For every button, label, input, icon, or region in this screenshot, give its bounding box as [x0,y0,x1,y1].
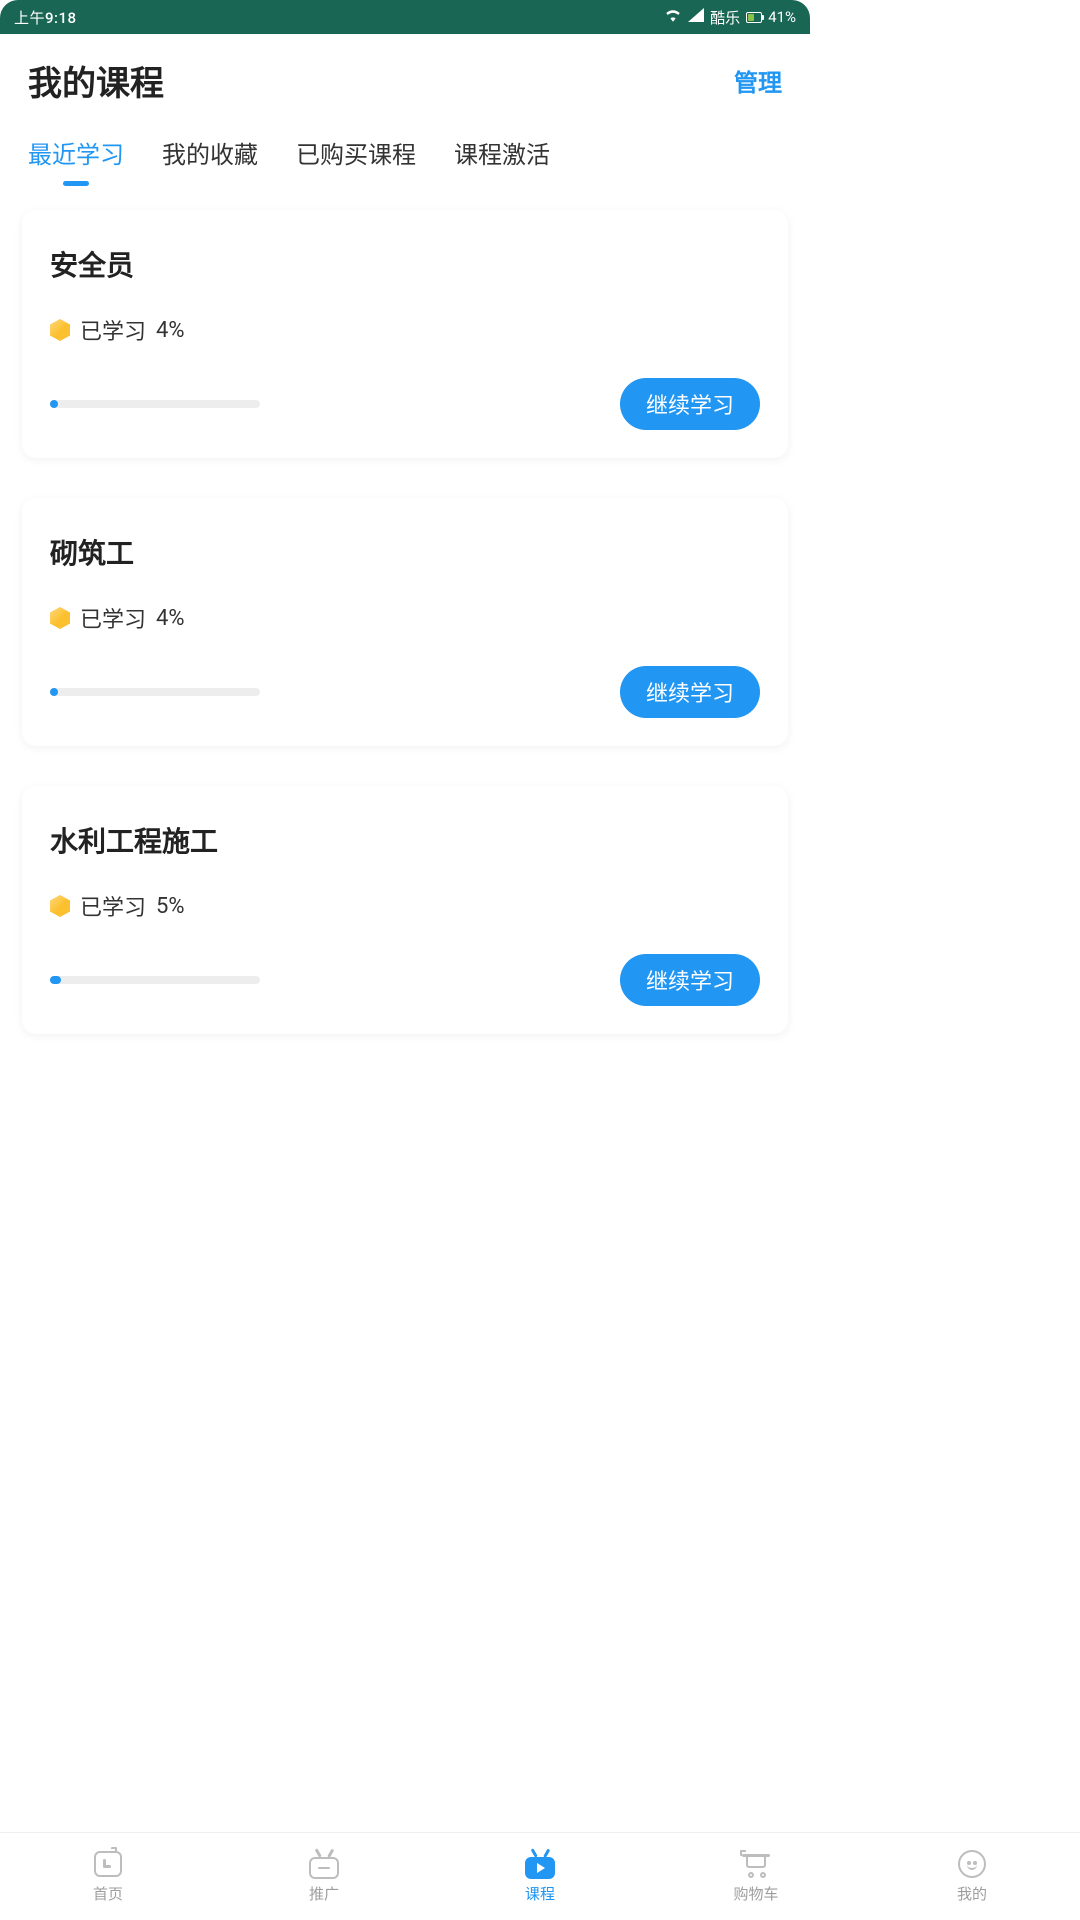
manage-button[interactable]: 管理 [734,63,782,98]
cart-icon [739,1849,773,1879]
progress-bar [50,976,260,984]
nav-mine[interactable]: 我的 [864,1833,1080,1920]
tab-favorites[interactable]: 我的收藏 [162,135,258,186]
nav-home[interactable]: 首页 [0,1833,216,1920]
status-battery: 41% [768,8,796,26]
continue-button[interactable]: 继续学习 [620,378,760,430]
status-bar: 上午9:18 酷乐 41% [0,0,810,34]
progress-bar [50,400,260,408]
course-progress-text: 已学习 4% [50,602,760,634]
status-right: 酷乐 41% [664,7,796,28]
tabs: 最近学习 我的收藏 已购买课程 课程激活 [0,117,810,196]
status-carrier: 酷乐 [710,7,740,28]
bottom-nav: 首页 推广 课程 购物车 我的 [0,1832,1080,1920]
course-title: 安全员 [50,244,760,284]
course-list: 安全员 已学习 4% 继续学习 砌筑工 已学习 4% 继续学习 水利工程施工 已… [0,196,810,1345]
progress-bar-fill [50,976,61,984]
course-progress-text: 已学习 4% [50,314,760,346]
nav-promote[interactable]: 推广 [216,1833,432,1920]
nav-label: 购物车 [733,1883,778,1904]
tab-recent[interactable]: 最近学习 [28,135,124,186]
coin-icon [50,607,70,629]
continue-button[interactable]: 继续学习 [620,666,760,718]
coin-icon [50,319,70,341]
nav-label: 推广 [309,1883,339,1904]
battery-icon [746,12,762,23]
nav-cart[interactable]: 购物车 [648,1833,864,1920]
progress-bar-fill [50,688,58,696]
continue-button[interactable]: 继续学习 [620,954,760,1006]
course-title: 水利工程施工 [50,820,760,860]
nav-courses[interactable]: 课程 [432,1833,648,1920]
status-time: 上午9:18 [14,7,77,28]
coin-icon [50,895,70,917]
face-icon [955,1849,989,1879]
tv-play-icon [523,1849,557,1879]
course-progress-text: 已学习 5% [50,890,760,922]
progress-bar-fill [50,400,58,408]
tab-purchased[interactable]: 已购买课程 [296,135,416,186]
wifi-icon [664,8,682,26]
tv-icon [307,1849,341,1879]
progress-bar [50,688,260,696]
signal-icon [688,8,704,26]
clock-icon [91,1849,125,1879]
header: 我的课程 管理 [0,34,810,117]
page-title: 我的课程 [28,56,164,105]
nav-label: 我的 [957,1883,987,1904]
tab-activate[interactable]: 课程激活 [454,135,550,186]
course-card[interactable]: 水利工程施工 已学习 5% 继续学习 [22,786,788,1034]
course-title: 砌筑工 [50,532,760,572]
course-card[interactable]: 砌筑工 已学习 4% 继续学习 [22,498,788,746]
course-card[interactable]: 安全员 已学习 4% 继续学习 [22,210,788,458]
nav-label: 课程 [525,1883,555,1904]
nav-label: 首页 [93,1883,123,1904]
